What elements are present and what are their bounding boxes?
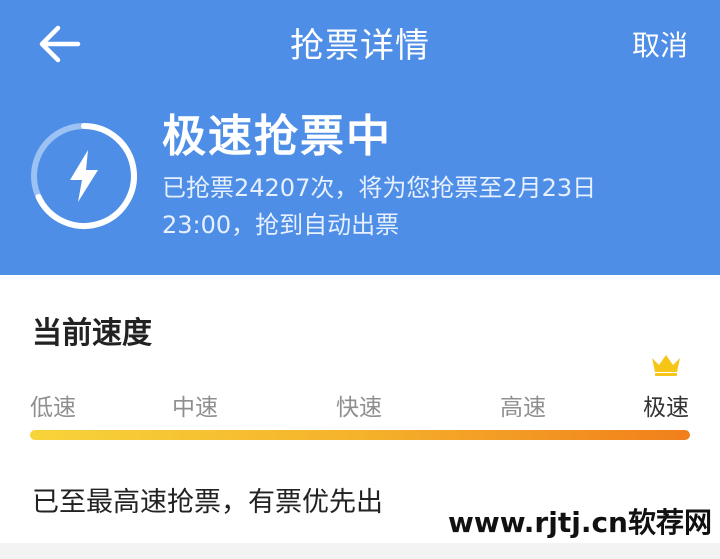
bottom-strip bbox=[0, 543, 720, 559]
speed-section-title: 当前速度 bbox=[32, 316, 152, 351]
speed-level-label: 快速 bbox=[336, 395, 382, 421]
speed-levels: 低速 中速 快速 高速 极速 bbox=[0, 388, 720, 421]
status-description: 已抢票24207次，将为您抢票至2月23日 23:00，抢到自动出票 bbox=[162, 174, 597, 239]
status-title: 极速抢票中 bbox=[162, 111, 392, 162]
speed-level-label: 高速 bbox=[500, 395, 546, 421]
speed-note: 已至最高速抢票，有票优先出 bbox=[32, 487, 383, 518]
page-title: 抢票详情 bbox=[290, 26, 430, 66]
speed-progress-bar bbox=[30, 430, 690, 440]
speed-level-label-current: 极速 bbox=[643, 395, 689, 421]
crown-icon bbox=[652, 355, 680, 376]
cancel-button[interactable]: 取消 bbox=[632, 24, 688, 64]
speed-level-label: 低速 bbox=[30, 395, 76, 421]
lightning-icon bbox=[70, 150, 98, 202]
watermark: www.rjtj.cn软荐网 bbox=[447, 506, 712, 539]
status-header: 抢票详情 取消 极速抢票中 已抢票24207次，将为您抢票至2月23日 23:0… bbox=[0, 0, 720, 275]
speed-level-label: 中速 bbox=[172, 395, 218, 421]
status-ring bbox=[28, 120, 140, 232]
